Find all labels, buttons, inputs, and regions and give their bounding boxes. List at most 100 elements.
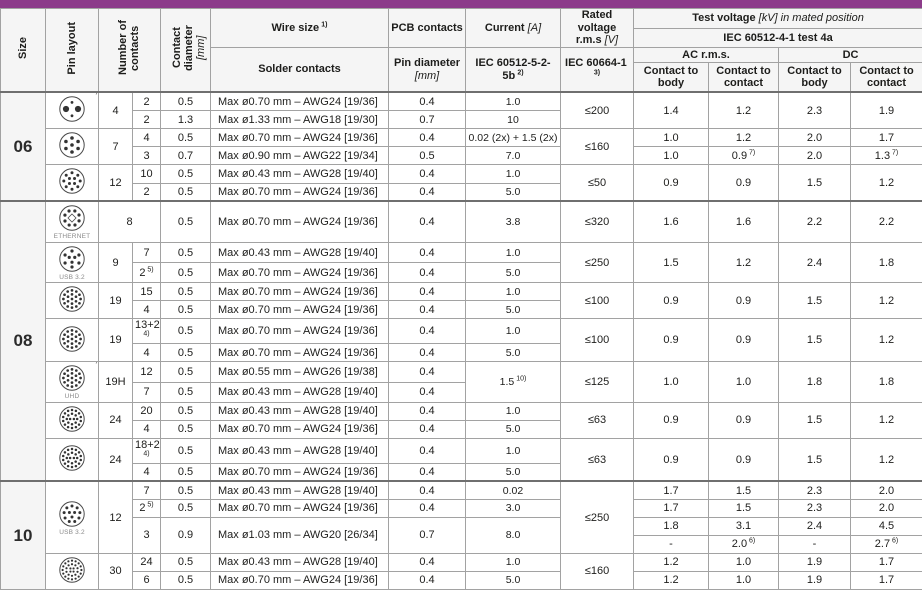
test-ac-body-cell: 1.4 [634, 92, 709, 129]
pin-diameter-cell: 0.4 [389, 129, 466, 147]
current-cell: 1.0 [466, 319, 561, 344]
current-cell: 5.0 [466, 263, 561, 283]
test-dc-body-cell: 2.4 [779, 242, 851, 283]
pin-diameter-cell: 0.4 [389, 420, 466, 438]
total-contacts-cell: 24 [99, 438, 133, 481]
table-row: 60.5Max ø0.70 mm – AWG24 [19/36]0.45.01.… [1, 571, 922, 589]
pin-diameter-cell: 0.5 [389, 147, 466, 165]
test-ac-body-cell: 0.9 [634, 165, 709, 202]
rated-voltage-cell: ≤200 [561, 92, 634, 129]
current-cell: 1.5 10) [466, 362, 561, 403]
rated-voltage-cell: ≤160 [561, 553, 634, 589]
test-dc-contact-cell: 1.2 [851, 438, 922, 481]
pin-diameter-cell: 0.4 [389, 183, 466, 201]
test-ac-body-cell: 1.8 [634, 517, 709, 535]
header-test-standard: IEC 60512-4-1 test 4a [634, 29, 922, 48]
pin-diameter-cell: 0.7 [389, 111, 466, 129]
pin-diameter-cell: 0.4 [389, 344, 466, 362]
contacts-cell: 24 [133, 553, 161, 571]
spec-table-body: 068)420.5Max ø0.70 mm – AWG24 [19/36]0.4… [1, 92, 922, 589]
test-dc-contact-cell: 1.8 [851, 362, 922, 403]
contacts-cell: 2 5) [133, 499, 161, 517]
pin-diameter-cell: 0.4 [389, 553, 466, 571]
test-dc-contact-cell: 1.2 [851, 283, 922, 319]
contacts-cell: 2 [133, 111, 161, 129]
pin-layout-icon [55, 443, 89, 473]
table-row: 740.5Max ø0.70 mm – AWG24 [19/36]0.40.02… [1, 129, 922, 147]
total-contacts-cell: 30 [99, 553, 133, 589]
test-ac-contact-cell: 1.5 [709, 499, 779, 517]
table-row: 08ETHERNET80.5Max ø0.70 mm – AWG24 [19/3… [1, 201, 922, 222]
test-ac-contact-cell: 0.9 [709, 402, 779, 438]
diameter-cell: 0.5 [161, 420, 211, 438]
diameter-cell: 0.5 [161, 283, 211, 301]
current-cell: 1.0 [466, 283, 561, 301]
table-row: 30.7Max ø0.90 mm – AWG22 [19/34]0.57.01.… [1, 147, 922, 165]
test-dc-body-cell: 1.5 [779, 165, 851, 202]
pin-diameter-cell: 0.4 [389, 92, 466, 110]
contacts-cell: 2 [133, 92, 161, 110]
header-dc: DC [779, 47, 922, 62]
contacts-cell: 4 [133, 301, 161, 319]
current-cell: 5.0 [466, 344, 561, 362]
pin-layout-icon [55, 499, 89, 529]
test-dc-body-cell: 1.5 [779, 319, 851, 362]
test-ac-body-cell: 1.7 [634, 499, 709, 517]
table-row: 068)420.5Max ø0.70 mm – AWG24 [19/36]0.4… [1, 92, 922, 110]
current-cell: 5.0 [466, 571, 561, 589]
test-ac-body-cell: 1.7 [634, 481, 709, 499]
wire-cell: Max ø0.43 mm – AWG28 [19/40] [211, 553, 389, 571]
test-dc-body-cell: - [779, 535, 851, 553]
contacts-cell: 4 [133, 463, 161, 481]
test-dc-contact-cell: 2.2 [851, 201, 922, 242]
header-wire-size: Wire size 1) [211, 9, 389, 48]
total-contacts-cell: 12 [99, 165, 133, 202]
test-ac-contact-cell: 0.9 [709, 438, 779, 481]
test-ac-body-cell: 0.9 [634, 283, 709, 319]
diameter-cell: 0.5 [161, 263, 211, 283]
table-row: 9)UHD19H120.5Max ø0.55 mm – AWG26 [19/38… [1, 362, 922, 382]
test-ac-contact-cell: 1.5 [709, 481, 779, 499]
accent-band [0, 0, 922, 8]
test-dc-contact-cell: 1.2 [851, 165, 922, 202]
wire-cell: Max ø0.43 mm – AWG28 [19/40] [211, 165, 389, 183]
wire-cell: Max ø0.70 mm – AWG24 [19/36] [211, 263, 389, 283]
test-ac-body-cell: 0.9 [634, 438, 709, 481]
contacts-cell: 2 5) [133, 263, 161, 283]
current-cell: 1.0 [466, 242, 561, 262]
contacts-cell: 3 [133, 517, 161, 553]
diameter-cell: 0.5 [161, 201, 211, 242]
contacts-cell: 20 [133, 402, 161, 420]
pin-layout-cell [46, 438, 99, 481]
test-ac-contact-cell: 1.0 [709, 362, 779, 403]
size-cell: 10 [1, 481, 46, 589]
pin-layout-cell [46, 319, 99, 362]
pin-layout-cell: 9)UHD [46, 362, 99, 403]
wire-cell: Max ø0.70 mm – AWG24 [19/36] [211, 463, 389, 481]
pin-diameter-cell: 0.4 [389, 382, 466, 402]
test-dc-body-cell: 2.3 [779, 92, 851, 129]
test-dc-body-cell: 1.5 [779, 438, 851, 481]
pin-layout-cell: USB 3.2 [46, 481, 99, 553]
wire-cell: Max ø0.70 mm – AWG24 [19/36] [211, 499, 389, 517]
header-ac: AC r.m.s. [634, 47, 779, 62]
table-row: 24200.5Max ø0.43 mm – AWG28 [19/40]0.41.… [1, 402, 922, 420]
pin-diameter-cell: 0.4 [389, 463, 466, 481]
header-contact-diameter: Contact diameter [mm] [161, 9, 211, 93]
wire-cell: Max ø0.70 mm – AWG24 [19/36] [211, 129, 389, 147]
current-cell: 5.0 [466, 183, 561, 201]
current-cell: 10 [466, 111, 561, 129]
current-cell: 0.02 (2x) + 1.5 (2x) [466, 129, 561, 147]
test-ac-contact-cell: 0.9 [709, 319, 779, 362]
table-row: 2 5)0.5Max ø0.70 mm – AWG24 [19/36]0.43.… [1, 499, 922, 517]
test-ac-body-cell: 0.9 [634, 402, 709, 438]
test-dc-contact-cell: 1.2 [851, 402, 922, 438]
pin-diameter-cell: 0.4 [389, 499, 466, 517]
rated-voltage-cell: ≤63 [561, 438, 634, 481]
test-dc-body-cell: 2.2 [779, 201, 851, 242]
diameter-cell: 0.5 [161, 402, 211, 420]
header-number-of-contacts: Number of contacts [99, 9, 161, 93]
test-ac-contact-cell: 1.2 [709, 92, 779, 129]
rated-voltage-cell: ≤63 [561, 402, 634, 438]
diameter-cell: 0.5 [161, 481, 211, 499]
